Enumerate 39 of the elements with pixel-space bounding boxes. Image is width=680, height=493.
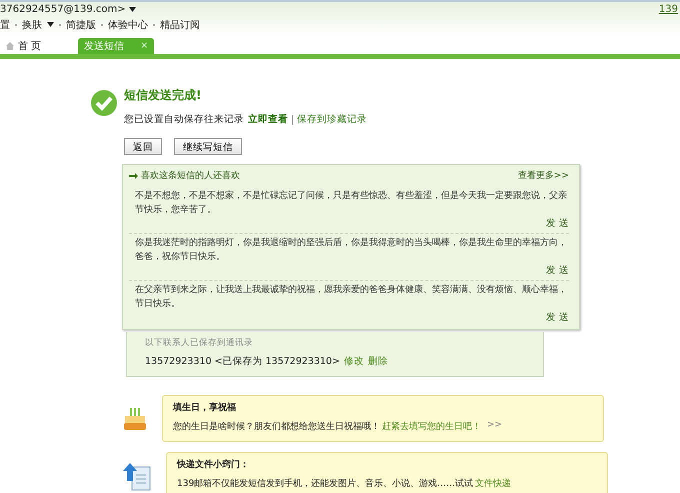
panel-title: 喜欢这条短信的人还喜欢 bbox=[141, 170, 240, 183]
more-link[interactable]: 查看更多>> bbox=[518, 169, 569, 183]
send-link[interactable]: 发 送 bbox=[546, 311, 569, 325]
tab[interactable]: 首 页 bbox=[0, 38, 72, 54]
result-title: 短信发送完成! bbox=[124, 87, 202, 104]
message-text: 不是不想您，不是不想家，不是忙碌忘记了问候，只是有些惊恐、有些羞涩，但是今天我一定要跟您说，父亲节快乐，您辛苦了。 bbox=[135, 189, 568, 217]
upload-document-icon bbox=[122, 460, 152, 490]
tip-link[interactable]: 赶紧去填写您的生日吧！ bbox=[382, 420, 481, 433]
caret-icon[interactable] bbox=[47, 22, 54, 27]
nav-link[interactable]: 换肤 bbox=[22, 18, 42, 32]
contacts-title: 以下联系人已保存到通讯录 bbox=[145, 337, 254, 349]
contact-entry: 13572923310 <已保存为 13572923310> bbox=[145, 355, 340, 368]
check-icon bbox=[90, 89, 118, 117]
home-icon bbox=[6, 42, 14, 50]
cake-icon bbox=[122, 406, 148, 432]
delete-link[interactable]: 删除 bbox=[368, 355, 388, 368]
account-label[interactable]: 3762924557@139.com> bbox=[0, 4, 126, 15]
arrow-icon bbox=[129, 173, 138, 179]
home-link[interactable]: 139 bbox=[658, 4, 678, 15]
tip-text: 139邮箱不仅能发短信发到手机，还能发图片、音乐、小说、游戏……试试 bbox=[177, 478, 474, 490]
view-link[interactable]: 立即查看 bbox=[248, 113, 288, 126]
tip-link[interactable]: 文件快递 bbox=[475, 477, 512, 490]
nav-link[interactable]: 置 bbox=[0, 18, 10, 32]
nav-link[interactable]: 简捷版 bbox=[66, 18, 96, 32]
message-text: 你是我迷茫时的指路明灯，你是我退缩时的坚强后盾，你是我得意时的当头喝棒，你是我生命里的幸福方向，爸爸，祝你节日快乐。 bbox=[135, 236, 568, 264]
caret-icon[interactable] bbox=[128, 7, 136, 12]
save-link[interactable]: 保存到珍藏记录 bbox=[297, 113, 367, 126]
nav-link[interactable]: 体验中心 bbox=[108, 18, 148, 32]
message-text: 在父亲节到来之际，让我送上我最诚挚的祝福，愿我亲爱的爸爸身体健康、笑容满满、没有烦恼、顺心幸福，节日快乐。 bbox=[135, 284, 568, 311]
tip-text: 您的生日是啥时候？朋友们都想给您送生日祝福哦！ bbox=[173, 420, 380, 433]
action-button[interactable]: 继续写短信 bbox=[174, 138, 242, 155]
edit-link[interactable]: 修改 bbox=[344, 355, 364, 368]
nav-link[interactable]: 精品订阅 bbox=[160, 18, 200, 32]
save-note: 您已设置自动保存往来记录 bbox=[124, 113, 244, 126]
send-link[interactable]: 发 送 bbox=[546, 217, 569, 231]
tip-title: 快递文件小窍门： bbox=[177, 458, 250, 471]
tip-title: 填生日，享祝福 bbox=[173, 401, 237, 414]
send-link[interactable]: 发 送 bbox=[546, 264, 569, 278]
action-button[interactable]: 返回 bbox=[124, 138, 162, 155]
